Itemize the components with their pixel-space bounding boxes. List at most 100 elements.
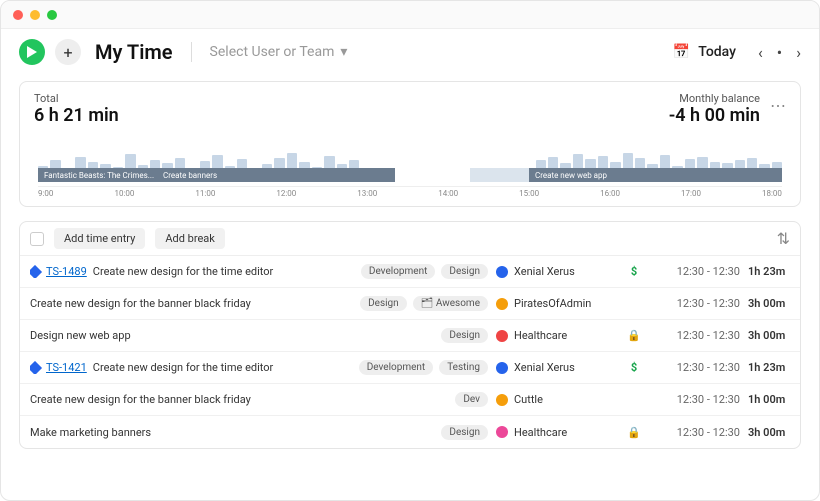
ticket-icon xyxy=(30,361,42,374)
select-all-checkbox[interactable] xyxy=(30,232,44,246)
billable-icon: $ xyxy=(631,265,637,278)
tags: Development Testing xyxy=(338,360,488,375)
filter-icon[interactable]: ⇅ xyxy=(777,229,790,248)
entry-row[interactable]: Create new design for the banner black f… xyxy=(20,384,800,416)
add-button[interactable]: + xyxy=(55,39,81,65)
entry-row[interactable]: Design new web app Design Healthcare 🔒 12:30… xyxy=(20,320,800,352)
axis-tick: 17:00 xyxy=(681,189,701,200)
axis-tick: 14:00 xyxy=(438,189,458,200)
timeline-segment[interactable]: Create new web app xyxy=(529,168,782,182)
start-timer-button[interactable] xyxy=(19,39,45,65)
chevron-down-icon: ▾ xyxy=(340,44,347,60)
time-range[interactable]: 12:30 - 12:30 xyxy=(652,265,740,278)
calendar-icon: 📅 xyxy=(673,44,690,60)
time-range[interactable]: 12:30 - 12:30 xyxy=(652,426,740,439)
project[interactable]: Xenial Xerus xyxy=(496,361,616,374)
summary-card: Total 6 h 21 min Monthly balance -4 h 00… xyxy=(19,81,801,207)
team-selector-label: Select User or Team xyxy=(210,44,335,60)
entry-list: Add time entry Add break ⇅ TS-1489Create… xyxy=(19,221,801,449)
tags: Design xyxy=(338,328,488,343)
timeline-segment[interactable]: Fantastic Beasts: The Crimes... xyxy=(38,168,157,182)
lock-icon: 🔒 xyxy=(627,426,641,439)
timeline-segment[interactable]: Create banners xyxy=(157,168,395,182)
project-color-icon xyxy=(496,330,508,342)
balance-label: Monthly balance xyxy=(669,92,760,105)
tag[interactable]: Development xyxy=(361,264,436,279)
close-dot[interactable] xyxy=(13,10,23,20)
project-color-icon xyxy=(496,394,508,406)
entry-description: Create new design for the banner black f… xyxy=(30,393,251,406)
tag[interactable]: Design xyxy=(360,296,407,311)
total-value: 6 h 21 min xyxy=(34,105,119,126)
axis-tick: 12:00 xyxy=(276,189,296,200)
entry-description: Make marketing banners xyxy=(30,426,151,439)
project-color-icon xyxy=(496,298,508,310)
timeline-segment[interactable] xyxy=(470,168,530,182)
entry-row[interactable]: Make marketing banners Design Healthcare 🔒 1… xyxy=(20,416,800,448)
next-day-button[interactable]: › xyxy=(796,43,801,62)
entry-row[interactable]: Create new design for the banner black f… xyxy=(20,288,800,320)
date-picker[interactable]: 📅 Today xyxy=(673,44,736,60)
tag[interactable]: Testing xyxy=(439,360,488,375)
duration: 3h 00m xyxy=(748,426,801,439)
divider xyxy=(191,42,192,62)
tags: Design xyxy=(338,425,488,440)
tag[interactable]: Development xyxy=(359,360,434,375)
timeline-chart: Fantastic Beasts: The Crimes...Create ba… xyxy=(34,132,786,200)
tag[interactable]: Design xyxy=(441,328,488,343)
ticket-link[interactable]: TS-1421 xyxy=(46,361,87,374)
ticket-link[interactable]: TS-1489 xyxy=(46,265,87,278)
project-name: Cuttle xyxy=(514,393,543,406)
prev-day-button[interactable]: ‹ xyxy=(758,43,763,62)
add-break-button[interactable]: Add break xyxy=(155,228,225,249)
duration: 1h 23m xyxy=(748,361,801,374)
project[interactable]: Healthcare xyxy=(496,426,616,439)
project[interactable]: Cuttle xyxy=(496,393,616,406)
minimize-dot[interactable] xyxy=(30,10,40,20)
tags: Development Design xyxy=(338,264,488,279)
tag[interactable]: 🗂 Awesome xyxy=(413,296,488,311)
project-name: Healthcare xyxy=(514,426,567,439)
project[interactable]: Xenial Xerus xyxy=(496,265,616,278)
axis-tick: 18:00 xyxy=(762,189,782,200)
time-range[interactable]: 12:30 - 12:30 xyxy=(652,297,740,310)
timeline-segment[interactable] xyxy=(395,168,469,182)
more-menu[interactable]: ⋯ xyxy=(770,92,786,114)
tags: Dev xyxy=(338,392,488,407)
tag[interactable]: Design xyxy=(441,264,488,279)
entry-description: Create new design for the time editor xyxy=(93,361,274,374)
today-dot[interactable]: • xyxy=(777,43,782,62)
axis-tick: 16:00 xyxy=(600,189,620,200)
time-range[interactable]: 12:30 - 12:30 xyxy=(652,329,740,342)
project-name: PiratesOfAdmin xyxy=(514,297,591,310)
balance-value: -4 h 00 min xyxy=(669,105,760,126)
entry-row[interactable]: TS-1421 Create new design for the time ed… xyxy=(20,352,800,384)
duration: 3h 00m xyxy=(748,297,801,310)
lock-icon: 🔒 xyxy=(627,329,641,342)
team-selector[interactable]: Select User or Team ▾ xyxy=(210,44,348,60)
time-range[interactable]: 12:30 - 12:30 xyxy=(652,393,740,406)
entry-description: Design new web app xyxy=(30,329,131,342)
axis-tick: 11:00 xyxy=(195,189,215,200)
project-name: Xenial Xerus xyxy=(514,361,575,374)
page-title: My Time xyxy=(95,40,173,64)
ticket-icon xyxy=(30,265,42,278)
duration: 1h 00m xyxy=(748,393,801,406)
project[interactable]: PiratesOfAdmin xyxy=(496,297,616,310)
add-entry-button[interactable]: Add time entry xyxy=(54,228,145,249)
date-label: Today xyxy=(698,44,736,60)
project[interactable]: Healthcare xyxy=(496,329,616,342)
tag[interactable]: Dev xyxy=(455,392,488,407)
window-titlebar xyxy=(1,1,819,29)
project-color-icon xyxy=(496,362,508,374)
tag[interactable]: Design xyxy=(441,425,488,440)
axis-tick: 9:00 xyxy=(38,189,53,200)
zoom-dot[interactable] xyxy=(47,10,57,20)
time-range[interactable]: 12:30 - 12:30 xyxy=(652,361,740,374)
entry-row[interactable]: TS-1489Create new design for the time ed… xyxy=(20,256,800,288)
total-label: Total xyxy=(34,92,119,105)
axis-tick: 13:00 xyxy=(357,189,377,200)
billable-icon: $ xyxy=(631,361,637,374)
tags: Design 🗂 Awesome xyxy=(338,296,488,311)
project-name: Healthcare xyxy=(514,329,567,342)
